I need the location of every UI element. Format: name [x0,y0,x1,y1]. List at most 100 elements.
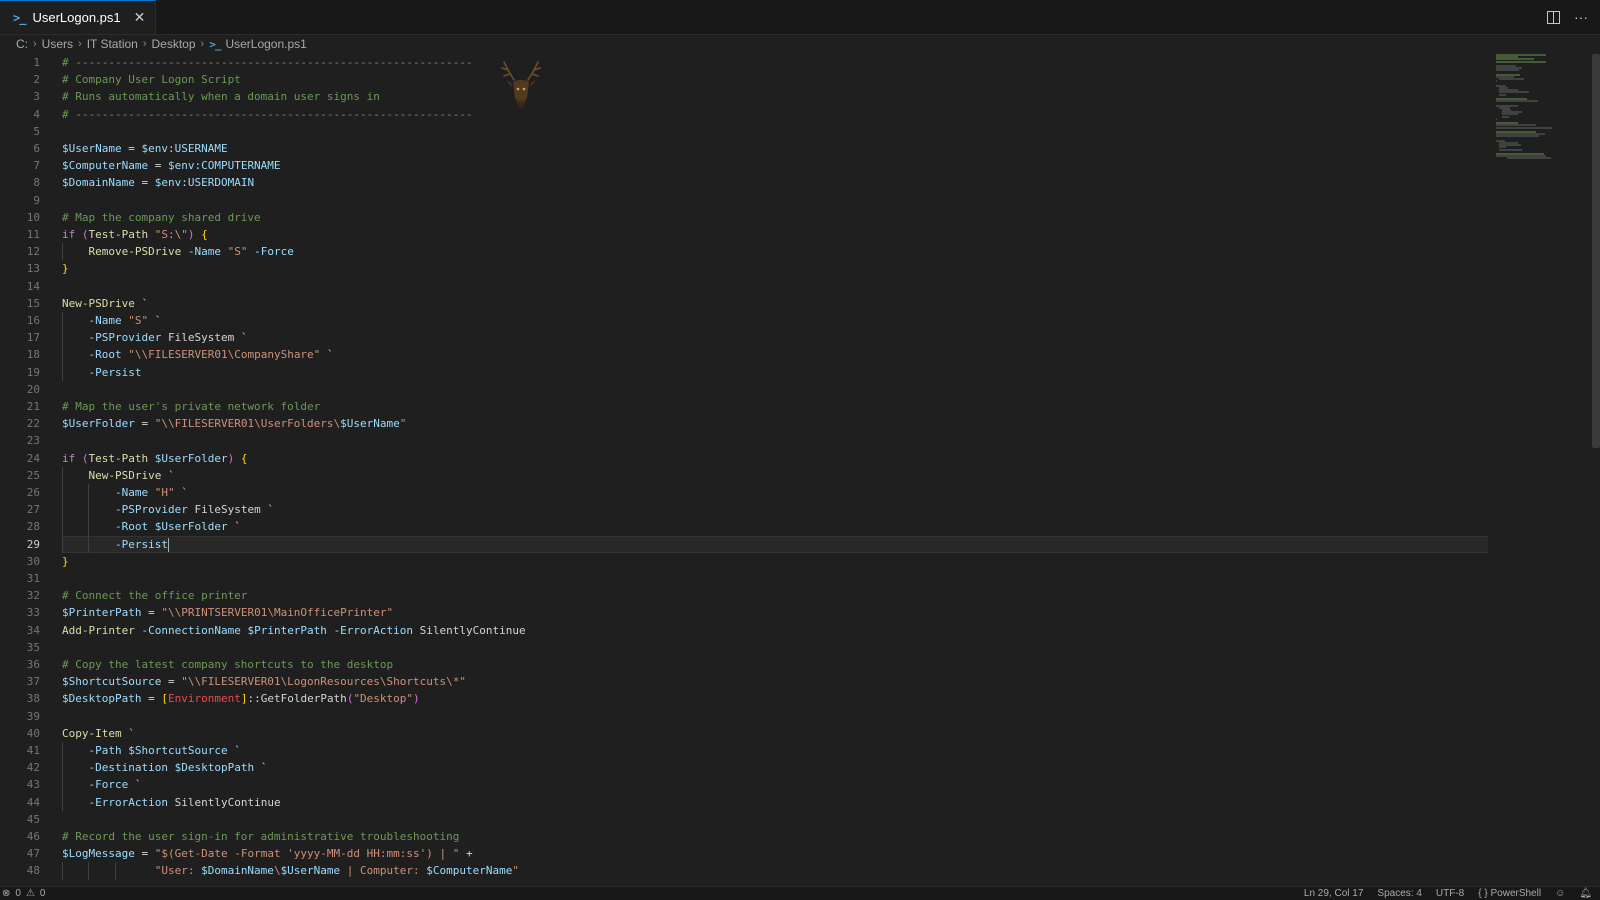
breadcrumb-file[interactable]: UserLogon.ps1 [225,37,306,51]
code-line[interactable]: 27 -PSProvider FileSystem ` [0,501,1490,519]
text-cursor [167,537,169,552]
code-line[interactable]: 44 -ErrorAction SilentlyContinue [0,793,1490,811]
code-line[interactable]: 21 # Map the user's private network folde… [0,398,1490,415]
code-line[interactable]: 32 # Connect the office printer [0,587,1490,604]
line-number: 27 [26,503,40,517]
line-number: 30 [26,554,40,568]
code-line[interactable]: 3 # Runs automatically when a domain user… [0,88,1490,105]
copilot-icon[interactable]: ☺ [1555,888,1565,899]
code-line[interactable]: 28 -Root $UserFolder ` [0,518,1490,536]
code-line[interactable]: 33 $PrinterPath = "\\PRINTSERVER01\MainOf… [0,604,1490,621]
line-number: 45 [26,812,40,826]
line-number: 32 [26,589,40,603]
code-line[interactable]: 46 # Record the user sign-in for administ… [0,828,1490,845]
breadcrumb-users[interactable]: Users [42,37,73,51]
more-actions-icon[interactable]: ··· [1574,9,1588,25]
code-text: -Force ` [88,778,142,792]
code-line[interactable]: 6 $UserName = $env:USERNAME [0,140,1490,157]
code-line[interactable]: 20 [0,381,1490,398]
code-line[interactable]: 19 -Persist [0,363,1490,381]
code-line[interactable]: 30} [0,553,1490,570]
code-line[interactable]: 7 $ComputerName = $env:COMPUTERNAME [0,157,1490,174]
code-text: if (Test-Path $UserFolder) { [62,451,248,465]
code-line[interactable]: 39 [0,708,1490,725]
code-line[interactable]: 13} [0,260,1490,277]
code-text: $PrinterPath = "\\PRINTSERVER01\MainOffi… [62,606,394,620]
code-line[interactable]: 9 [0,192,1490,209]
code-line[interactable]: 42 -Destination $DesktopPath ` [0,759,1490,777]
code-line[interactable]: 4 # -------------------------------------… [0,106,1490,123]
code-line[interactable]: 48 "User: $DomainName\$UserName | Comput… [0,862,1490,880]
breadcrumb-drive[interactable]: C: [16,37,28,51]
code-line[interactable]: 24 if (Test-Path $UserFolder) { [0,450,1490,467]
code-line[interactable]: 14 [0,278,1490,295]
code-line[interactable]: 40 Copy-Item ` [0,725,1490,742]
line-number: 20 [26,382,40,396]
line-number: 4 [33,107,40,121]
code-line[interactable]: 41 -Path $ShortcutSource ` [0,742,1490,760]
code-line[interactable]: 37 $ShortcutSource = "\\FILESERVER01\Logo… [0,673,1490,690]
code-line[interactable]: 25 New-PSDrive ` [0,466,1490,484]
code-text: # Record the user sign-in for administra… [62,830,460,843]
code-line[interactable]: 17 -PSProvider FileSystem ` [0,329,1490,347]
line-number: 43 [26,778,40,792]
bell-icon[interactable]: 🔔︎ [1579,888,1592,899]
minimap-line [1496,60,1546,63]
editor-tab-bar: >_ UserLogon.ps1 ✕ ··· [0,0,1600,35]
code-text: $DomainName = $env:USERDOMAIN [62,176,255,190]
code-text: # Company User Logon Script [62,73,241,87]
code-line[interactable]: 35 [0,639,1490,656]
tab-userlogon[interactable]: >_ UserLogon.ps1 ✕ [0,0,157,34]
code-line[interactable]: 31 [0,570,1490,587]
minimap[interactable] [1490,54,1590,164]
encoding[interactable]: UTF-8 [1436,888,1464,899]
code-text: -PSProvider FileSystem ` [88,331,248,345]
code-line[interactable]: 36 # Copy the latest company shortcuts to… [0,656,1490,673]
line-number: 42 [26,761,40,775]
code-line[interactable]: 10 # Map the company shared drive [0,209,1490,226]
code-line[interactable]: 34 Add-Printer -ConnectionName $PrinterPa… [0,622,1490,639]
code-line[interactable]: 16 -Name "S" ` [0,312,1490,330]
code-line[interactable]: 1 # -------------------------------------… [0,54,1490,71]
code-line[interactable]: 23 [0,432,1490,449]
line-number: 39 [26,709,40,723]
code-line[interactable]: 5 [0,123,1490,140]
breadcrumb: C: › Users › IT Station › Desktop › >_ U… [16,34,307,54]
code-editor[interactable]: 1 # -------------------------------------… [0,54,1490,886]
code-line[interactable]: 43 -Force ` [0,776,1490,794]
code-line[interactable]: 12 Remove-PSDrive -Name "S" -Force [0,243,1490,261]
breadcrumb-desktop[interactable]: Desktop [152,37,196,51]
line-number: 6 [33,142,40,155]
line-number: 24 [26,451,40,465]
code-line[interactable]: 11 if (Test-Path "S:\") { [0,226,1490,243]
cursor-position[interactable]: Ln 29, Col 17 [1304,888,1364,899]
line-number: 41 [26,744,40,757]
code-line[interactable]: 29 -Persist [0,535,1490,553]
code-line[interactable]: 2 # Company User Logon Script [0,71,1490,88]
line-number: 16 [26,314,40,327]
close-icon[interactable]: ✕ [134,9,146,26]
code-line[interactable]: 8 $DomainName = $env:USERDOMAIN [0,174,1490,191]
code-text: -Root "\\FILESERVER01\CompanyShare" ` [88,348,334,362]
code-text: -Name "H" ` [114,486,188,499]
line-number: 5 [33,124,40,138]
language-mode[interactable]: { } PowerShell [1478,888,1541,899]
line-number: 7 [33,159,40,173]
minimap-line [1499,78,1524,81]
code-line[interactable]: 47 $LogMessage = "$(Get-Date -Format 'yyy… [0,845,1490,862]
code-line[interactable]: 15 New-PSDrive ` [0,295,1490,312]
breadcrumb-it-station[interactable]: IT Station [87,37,138,51]
code-line[interactable]: 38 $DesktopPath = [Environment]::GetFolde… [0,690,1490,707]
line-number: 18 [26,348,40,362]
code-line[interactable]: 45 [0,811,1490,828]
indentation[interactable]: Spaces: 4 [1377,888,1421,899]
code-line[interactable]: 22 $UserFolder = "\\FILESERVER01\UserFold… [0,415,1490,432]
code-line[interactable]: 18 -Root "\\FILESERVER01\CompanyShare" ` [0,346,1490,364]
line-number: 48 [26,864,40,878]
split-editor-icon[interactable] [1547,10,1560,24]
problems-indicator[interactable]: ⊗ 0 ⚠ 0 [0,888,45,899]
vertical-scrollbar[interactable] [1592,54,1600,448]
line-number: 17 [26,331,40,345]
chevron-right-icon: › [33,38,37,50]
code-line[interactable]: 26 -Name "H" ` [0,484,1490,502]
